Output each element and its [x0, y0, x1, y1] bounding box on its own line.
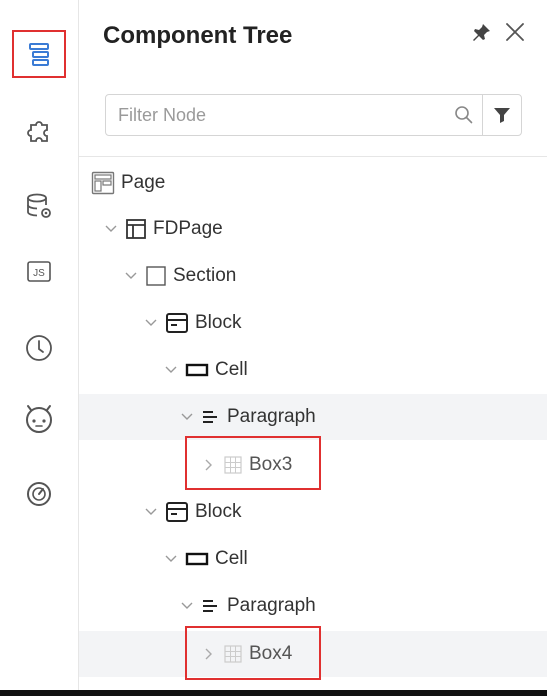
chevron-down-icon[interactable]: [163, 551, 179, 567]
datasource-icon: [27, 193, 51, 218]
tree-node-label: Paragraph: [227, 595, 316, 616]
tree-node-page[interactable]: Page: [79, 160, 547, 206]
tree-node-label: Block: [195, 501, 242, 522]
component-tree-panel: Component Tree Page: [79, 0, 547, 690]
sidebar-item-datasource[interactable]: [12, 182, 66, 230]
filter-button[interactable]: [482, 95, 521, 135]
filter-node-input[interactable]: [106, 95, 446, 135]
bottom-border: [0, 690, 547, 696]
tree-node-cell[interactable]: Cell: [79, 347, 547, 393]
tree-node-section[interactable]: Section: [79, 253, 547, 299]
page-icon: [91, 171, 115, 195]
tree-node-label: FDPage: [153, 218, 223, 239]
clock-icon: [26, 335, 52, 361]
robot-icon: [26, 405, 52, 433]
pin-icon[interactable]: [470, 22, 492, 44]
sidebar: JS: [0, 0, 79, 690]
sidebar-item-component-tree[interactable]: [12, 30, 66, 78]
layout-icon: [125, 218, 147, 240]
search-icon[interactable]: [446, 95, 482, 135]
tree-node-fdpage[interactable]: FDPage: [79, 206, 547, 252]
section-icon: [145, 265, 167, 287]
tree-node-label: Block: [195, 312, 242, 333]
puzzle-icon: [27, 121, 48, 142]
cell-icon: [185, 362, 209, 378]
chevron-down-icon[interactable]: [179, 409, 195, 425]
chevron-down-icon[interactable]: [179, 598, 195, 614]
highlight-box: [185, 436, 321, 490]
js-icon: JS: [27, 261, 51, 282]
highlight-box: [185, 626, 321, 680]
sidebar-item-performance[interactable]: [12, 470, 66, 518]
close-icon[interactable]: [504, 21, 526, 43]
chevron-down-icon[interactable]: [123, 268, 139, 284]
sidebar-item-components[interactable]: [12, 106, 66, 154]
tree-node-cell[interactable]: Cell: [79, 536, 547, 582]
sidebar-item-history[interactable]: [12, 324, 66, 372]
cell-icon: [185, 551, 209, 567]
chevron-down-icon[interactable]: [143, 504, 159, 520]
svg-text:JS: JS: [33, 268, 45, 279]
block-icon: [165, 312, 189, 334]
block-icon: [165, 501, 189, 523]
chevron-down-icon[interactable]: [163, 362, 179, 378]
panel-title: Component Tree: [103, 22, 293, 49]
funnel-icon: [494, 108, 510, 123]
divider: [79, 156, 547, 157]
tree-node-paragraph[interactable]: Paragraph: [79, 394, 547, 440]
component-tree-icon: [29, 43, 49, 66]
tree-node-label: Cell: [215, 548, 248, 569]
paragraph-icon: [201, 597, 221, 615]
tree-node-label: Cell: [215, 359, 248, 380]
tree-node-label: Paragraph: [227, 406, 316, 427]
tree-node-paragraph[interactable]: Paragraph: [79, 583, 547, 629]
sidebar-item-js[interactable]: JS: [12, 248, 66, 296]
tree-node-label: Section: [173, 265, 237, 286]
chevron-down-icon[interactable]: [103, 221, 119, 237]
gauge-icon: [27, 482, 51, 506]
chevron-down-icon[interactable]: [143, 315, 159, 331]
filter-box: [105, 94, 522, 136]
tree-node-block[interactable]: Block: [79, 300, 547, 346]
tree-node-block[interactable]: Block: [79, 489, 547, 535]
tree-node-label: Page: [121, 172, 166, 193]
paragraph-icon: [201, 408, 221, 426]
sidebar-item-robot[interactable]: [12, 394, 66, 442]
